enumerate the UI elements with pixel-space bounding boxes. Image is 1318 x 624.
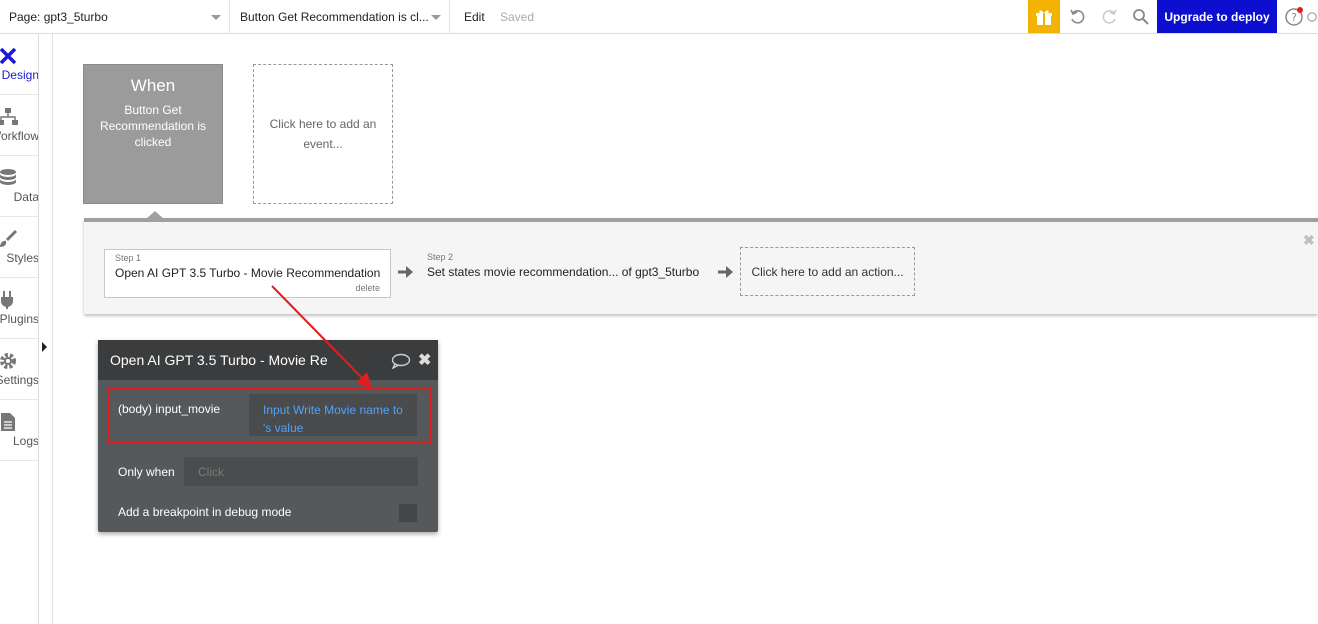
sidebar-item-data[interactable]: Data — [0, 156, 39, 217]
gift-icon — [1036, 9, 1052, 25]
step-number: Step 2 — [427, 252, 454, 262]
event-card[interactable]: When Button Get Recommendation is clicke… — [83, 64, 223, 204]
sidebar-item-label: Logs — [12, 434, 39, 448]
undo-button[interactable] — [1062, 0, 1094, 33]
sidebar-item-label: Plugins — [0, 312, 39, 326]
panel-header: Open AI GPT 3.5 Turbo - Movie Re ✖ — [98, 340, 438, 380]
search-icon — [1133, 8, 1149, 25]
add-action-button[interactable]: Click here to add an action... — [740, 247, 915, 296]
chevron-down-icon — [431, 15, 441, 20]
brush-icon — [0, 229, 18, 247]
add-event-button[interactable]: Click here to add an event... — [253, 64, 393, 204]
redo-button[interactable] — [1093, 0, 1125, 33]
chevron-down-icon — [211, 15, 221, 20]
arrow-right-icon — [718, 266, 733, 278]
sidebar-item-settings[interactable]: Settings — [0, 339, 39, 400]
database-icon — [0, 169, 16, 185]
redo-icon — [1102, 9, 1117, 24]
help-icon: ? — [1285, 6, 1303, 26]
sidebar-item-label: Styles — [6, 251, 39, 265]
sidebar-item-label: Data — [13, 190, 39, 204]
breakpoint-checkbox[interactable] — [399, 504, 417, 522]
panel-title: Open AI GPT 3.5 Turbo - Movie Re — [110, 352, 328, 368]
svg-text:?: ? — [1291, 11, 1297, 24]
workflow-icon — [0, 108, 18, 125]
highlight-box — [107, 387, 432, 444]
sidebar-expand-icon[interactable] — [42, 342, 47, 352]
design-icon — [0, 47, 17, 65]
upgrade-button[interactable]: Upgrade to deploy — [1157, 0, 1277, 33]
step-title: Set states movie recommendation... of gp… — [427, 265, 700, 279]
breakpoint-label: Add a breakpoint in debug mode — [118, 505, 292, 519]
page-select[interactable]: Page: gpt3_5turbo — [0, 0, 230, 34]
saved-status: Saved — [500, 10, 535, 24]
sidebar-item-design[interactable]: Design — [0, 34, 39, 95]
sidebar-item-logs[interactable]: Logs — [0, 400, 39, 461]
canvas-divider — [52, 34, 53, 624]
gear-icon — [0, 353, 16, 369]
close-icon[interactable]: ✖ — [1303, 232, 1315, 249]
top-bar: Page: gpt3_5turbo Button Get Recommendat… — [0, 0, 1318, 34]
event-when-label: When — [130, 76, 176, 95]
only-when-field[interactable]: Click — [184, 457, 418, 486]
page-select-label: Page: gpt3_5turbo — [9, 10, 108, 24]
more-button[interactable] — [1306, 0, 1318, 33]
left-sidebar: Design Workflow Data Styles P — [0, 34, 39, 624]
comment-icon[interactable] — [391, 353, 411, 369]
sidebar-item-workflow[interactable]: Workflow — [0, 95, 39, 156]
undo-icon — [1070, 9, 1085, 24]
sidebar-item-plugins[interactable]: Plugins — [0, 278, 39, 339]
search-button[interactable] — [1125, 0, 1157, 33]
element-select-label: Button Get Recommendation is cl... — [240, 10, 429, 24]
only-when-label: Only when — [118, 465, 175, 479]
sidebar-item-label: Workflow — [0, 129, 39, 143]
step-number: Step 1 — [115, 253, 142, 263]
sidebar-item-label: Design — [1, 68, 39, 82]
sidebar-item-label: Settings — [0, 373, 39, 387]
close-icon[interactable]: ✖ — [418, 350, 431, 370]
step-2-card[interactable]: Step 2 Set states movie recommendation..… — [417, 249, 717, 298]
delete-step-link[interactable]: delete — [355, 283, 380, 293]
settings-circle-icon — [1307, 11, 1317, 22]
arrow-right-icon — [398, 266, 413, 278]
gift-button[interactable] — [1028, 0, 1060, 33]
step-1-card[interactable]: Step 1 Open AI GPT 3.5 Turbo - Movie Rec… — [104, 249, 391, 298]
edit-menu[interactable]: Edit — [464, 0, 485, 34]
plug-icon — [1, 291, 13, 309]
document-icon — [1, 413, 15, 431]
element-select[interactable]: Button Get Recommendation is cl... — [230, 0, 450, 34]
sidebar-item-styles[interactable]: Styles — [0, 217, 39, 278]
actions-row: Step 1 Open AI GPT 3.5 Turbo - Movie Rec… — [84, 218, 1318, 314]
event-description: Button Get Recommendation is clicked — [99, 103, 207, 149]
step-title: Open AI GPT 3.5 Turbo - Movie Recommenda… — [115, 266, 381, 280]
